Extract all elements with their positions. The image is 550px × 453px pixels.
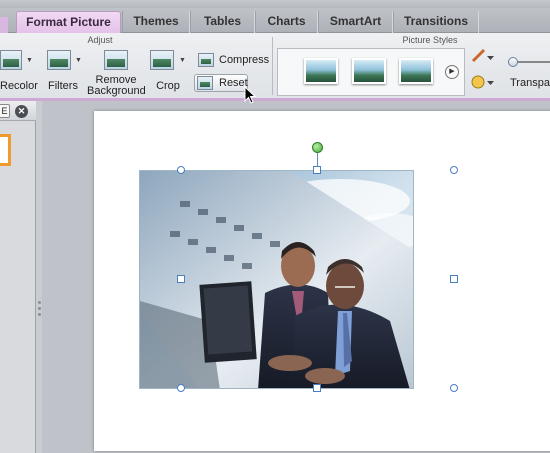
filters-dropdown[interactable]: ▼ xyxy=(75,57,82,64)
picture-effects-icon[interactable] xyxy=(470,74,496,90)
resize-handle-bottom-left[interactable] xyxy=(177,384,185,392)
filters-button-label[interactable]: Filters xyxy=(44,80,82,92)
remove-background-button[interactable]: Remove Background xyxy=(87,75,146,97)
window-top-strip xyxy=(0,0,550,8)
resize-handle-top-right[interactable] xyxy=(450,166,458,174)
remove-background-icon[interactable] xyxy=(104,50,128,70)
transparency-slider[interactable] xyxy=(506,57,550,67)
crop-icon[interactable] xyxy=(150,50,174,70)
transparency-label: Transpa xyxy=(510,77,550,89)
crop-button-label[interactable]: Crop xyxy=(150,80,186,92)
resize-handle-bottom[interactable] xyxy=(313,384,321,392)
tab-tables[interactable]: Tables xyxy=(190,11,255,33)
resize-handle-left[interactable] xyxy=(177,275,185,283)
tab-smartart[interactable]: SmartArt xyxy=(318,11,393,33)
recolor-icon[interactable] xyxy=(0,50,22,70)
splitter-grip xyxy=(38,307,41,310)
slider-thumb[interactable] xyxy=(508,57,518,67)
filters-icon[interactable] xyxy=(47,50,71,70)
gallery-next-icon[interactable]: ▶ xyxy=(445,65,459,79)
resize-handle-right[interactable] xyxy=(450,275,458,283)
picture-styles-gallery[interactable]: ▶ xyxy=(277,48,465,96)
resize-handle-bottom-right[interactable] xyxy=(450,384,458,392)
compress-button-label[interactable]: Compress xyxy=(219,54,269,66)
reset-icon xyxy=(197,76,213,90)
picture-style-thumbnail[interactable] xyxy=(304,58,338,84)
splitter-grip xyxy=(38,313,41,316)
picture-styles-group-label: Picture Styles xyxy=(402,35,458,45)
tab-transitions[interactable]: Transitions xyxy=(393,11,479,33)
tab-themes[interactable]: Themes xyxy=(122,11,190,33)
slides-pane-header: E ✕ xyxy=(0,101,36,121)
picture-style-thumbnail[interactable] xyxy=(399,58,433,84)
rotate-handle[interactable] xyxy=(312,142,323,153)
close-icon[interactable]: ✕ xyxy=(15,105,28,118)
tab-format-picture[interactable]: Format Picture xyxy=(16,11,121,33)
group-separator xyxy=(272,37,273,95)
slides-pane: E ✕ xyxy=(0,101,36,453)
slide-thumbnail[interactable] xyxy=(0,134,11,166)
format-picture-ribbon: Adjust ▼ Recolor ▼ Filters Remove Backgr… xyxy=(0,33,550,101)
remove-background-line-2: Background xyxy=(87,85,146,97)
tab-charts[interactable]: Charts xyxy=(255,11,318,33)
pane-view-tab[interactable]: E xyxy=(0,104,10,118)
adjust-group-label: Adjust xyxy=(87,35,113,45)
picture-style-thumbnail[interactable] xyxy=(352,58,386,84)
splitter-grip xyxy=(38,301,41,304)
compress-icon[interactable] xyxy=(198,53,214,67)
mouse-pointer-icon xyxy=(244,86,256,104)
resize-handle-top[interactable] xyxy=(313,166,321,174)
resize-handle-top-left[interactable] xyxy=(177,166,185,174)
picture-border-icon[interactable] xyxy=(470,48,496,64)
recolor-button-label[interactable]: Recolor xyxy=(0,80,38,92)
crop-dropdown[interactable]: ▼ xyxy=(179,57,186,64)
ribbon-tab-bar: Format Picture Themes Tables Charts Smar… xyxy=(0,8,550,39)
recolor-dropdown[interactable]: ▼ xyxy=(26,57,33,64)
